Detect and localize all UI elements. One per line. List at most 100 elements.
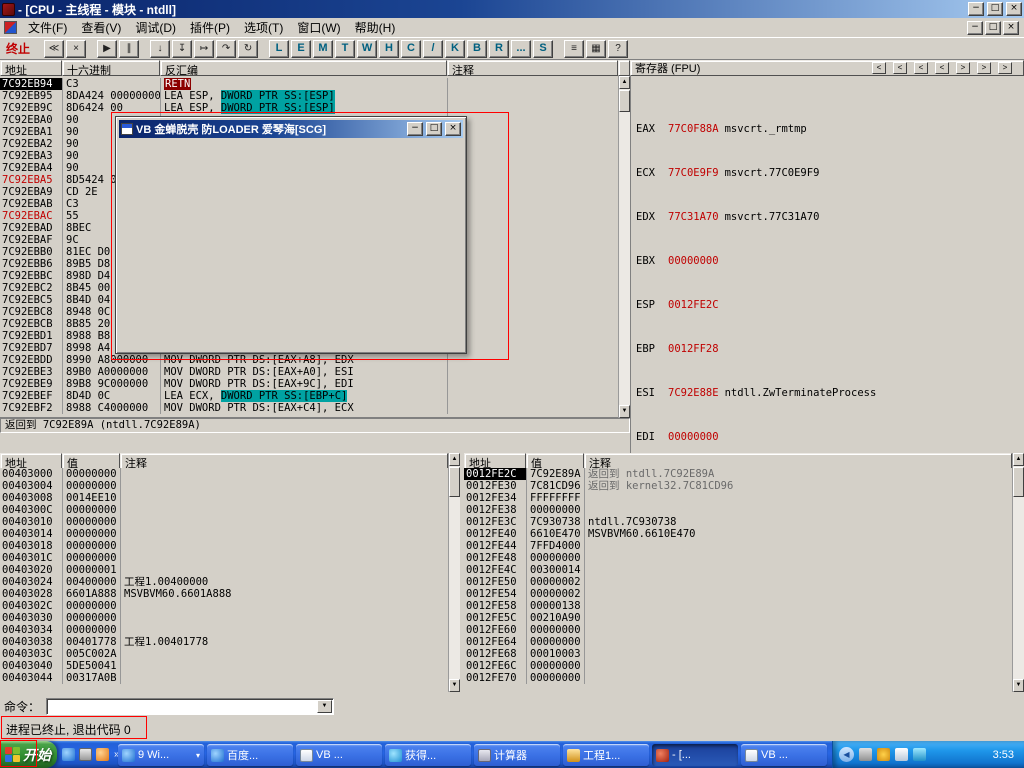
stack-header-value[interactable]: 值 <box>526 453 584 469</box>
show-desktop-icon[interactable] <box>79 748 92 761</box>
dialog-minimize-button[interactable]: − <box>407 122 423 136</box>
stack-row[interactable]: 0012FE40 6610E470 MSVBVM60.6610E470 <box>464 528 1012 540</box>
reg-nav-button[interactable]: < <box>893 62 907 74</box>
dialog-title-bar[interactable]: VB 金蝉脱壳 防LOADER 爱琴海[SCG] − □ × <box>119 120 463 138</box>
scroll-thumb[interactable] <box>619 90 630 112</box>
dialog-maximize-button[interactable]: □ <box>426 122 442 136</box>
media-player-icon[interactable] <box>96 748 109 761</box>
start-button[interactable]: 开始 <box>0 741 57 768</box>
disasm-row[interactable]: 7C92EBEF 8D4D 0C LEA ECX, DWORD PTR SS:[… <box>0 390 618 402</box>
help-button[interactable]: ? <box>608 39 629 58</box>
scroll-up-button[interactable]: ▲ <box>619 76 630 89</box>
toolbar-letter-button[interactable]: T <box>335 39 356 58</box>
reg-nav-button[interactable]: < <box>935 62 949 74</box>
reg-nav-button[interactable]: > <box>998 62 1012 74</box>
register-line[interactable]: ECX 77C0E9F9 msvcrt.77C0E9F9 <box>636 168 1024 179</box>
toolbar-letter-button[interactable]: H <box>379 39 400 58</box>
network-tray-icon[interactable] <box>913 748 926 761</box>
toolbar-letter-button[interactable]: M <box>313 39 334 58</box>
disasm-row[interactable]: 7C92EB95 8DA424 00000000 LEA ESP, DWORD … <box>0 90 618 102</box>
reg-nav-button[interactable]: < <box>872 62 886 74</box>
stack-row[interactable]: 0012FE38 00000000 <box>464 504 1012 516</box>
close-button[interactable]: × <box>1006 2 1022 16</box>
column-header-hex[interactable]: 十六进制 <box>62 60 160 76</box>
dump-row[interactable]: 00403010 00000000 <box>0 516 448 528</box>
menu-item[interactable]: 插件(P) <box>183 19 237 37</box>
dump-row[interactable]: 0040300C 00000000 <box>0 504 448 516</box>
dump-row[interactable]: 00403000 00000000 <box>0 468 448 480</box>
stack-row[interactable]: 0012FE54 00000002 <box>464 588 1012 600</box>
toolbar-letter-button[interactable]: S <box>533 39 554 58</box>
reg-nav-button[interactable]: > <box>977 62 991 74</box>
registers-header[interactable]: 寄存器 (FPU) < < < < > > > <box>630 60 1024 76</box>
disasm-row[interactable]: 7C92EBF2 8988 C4000000 MOV DWORD PTR DS:… <box>0 402 618 414</box>
dump-row[interactable]: 00403008 0014EE10 <box>0 492 448 504</box>
taskbar-button[interactable]: 工程1... <box>563 744 649 766</box>
scroll-down-button[interactable]: ▼ <box>1013 679 1024 692</box>
column-header-comment[interactable]: 注释 <box>447 60 618 76</box>
mdi-minimize-button[interactable]: − <box>967 20 983 35</box>
scroll-thumb[interactable] <box>449 467 460 497</box>
cpu-window-icon[interactable] <box>4 21 17 34</box>
taskbar-button[interactable]: 计算器 <box>474 744 560 766</box>
toolbar-letter-button[interactable]: ... <box>511 39 532 58</box>
menu-item[interactable]: 调试(D) <box>128 19 183 37</box>
toolbar-letter-button[interactable]: E <box>291 39 312 58</box>
step-into-button[interactable]: ↓ <box>150 39 171 58</box>
volume-tray-icon[interactable] <box>895 748 908 761</box>
dump-row[interactable]: 0040303C 005C002A <box>0 648 448 660</box>
stack-row[interactable]: 0012FE30 7C81CD96 返回到 kernel32.7C81CD96 <box>464 480 1012 492</box>
stack-row[interactable]: 0012FE2C 7C92E89A 返回到 ntdll.7C92E89A <box>464 468 1012 480</box>
title-bar[interactable]: - [CPU - 主线程 - 模块 - ntdll] − □ × <box>0 0 1024 18</box>
appearance-button[interactable]: ▦ <box>586 39 607 58</box>
dump-row[interactable]: 00403044 00317A0B <box>0 672 448 684</box>
disasm-scrollbar[interactable]: ▲ ▼ <box>618 76 630 418</box>
stack-row[interactable]: 0012FE34 FFFFFFFF <box>464 492 1012 504</box>
column-header-address[interactable]: 地址 <box>0 60 62 76</box>
dump-row[interactable]: 00403024 00400000 工程1.00400000 <box>0 576 448 588</box>
stack-row[interactable]: 0012FE5C 00210A90 <box>464 612 1012 624</box>
stack-row[interactable]: 0012FE3C 7C930738 ntdll.7C930738 <box>464 516 1012 528</box>
scroll-down-button[interactable]: ▼ <box>619 405 630 418</box>
scroll-down-button[interactable]: ▼ <box>449 679 460 692</box>
disasm-row[interactable]: 7C92EB94 C3 RETN <box>0 78 618 90</box>
reg-nav-button[interactable]: < <box>914 62 928 74</box>
dialog-close-button[interactable]: × <box>445 122 461 136</box>
stack-row[interactable]: 0012FE68 00010003 <box>464 648 1012 660</box>
register-line[interactable]: EBX 00000000 <box>636 256 1024 267</box>
scroll-up-button[interactable]: ▲ <box>449 453 460 466</box>
toolbar-letter-button[interactable]: L <box>269 39 290 58</box>
stack-row[interactable]: 0012FE4C 00300014 <box>464 564 1012 576</box>
toolbar-letter-button[interactable]: W <box>357 39 378 58</box>
mdi-restore-button[interactable]: □ <box>985 20 1001 35</box>
taskbar-button[interactable]: - [... <box>652 744 738 766</box>
refresh-button[interactable]: ↻ <box>238 39 259 58</box>
vb-unpack-dialog[interactable]: VB 金蝉脱壳 防LOADER 爱琴海[SCG] − □ × <box>115 116 467 354</box>
toolbar-letter-button[interactable]: B <box>467 39 488 58</box>
taskbar-button[interactable]: 获得... <box>385 744 471 766</box>
restart-button[interactable]: ≪ <box>44 39 65 58</box>
stack-row[interactable]: 0012FE58 00000138 <box>464 600 1012 612</box>
column-header-disasm[interactable]: 反汇编 <box>160 60 447 76</box>
dropdown-button[interactable]: ▼ <box>317 700 333 713</box>
dump-row[interactable]: 00403014 00000000 <box>0 528 448 540</box>
stack-row[interactable]: 0012FE6C 00000000 <box>464 660 1012 672</box>
register-line[interactable]: EDX 77C31A70 msvcrt.77C31A70 <box>636 212 1024 223</box>
close-program-button[interactable]: × <box>66 39 87 58</box>
disasm-row[interactable]: 7C92EBE9 89B8 9C000000 MOV DWORD PTR DS:… <box>0 378 618 390</box>
minimize-button[interactable]: − <box>968 2 984 16</box>
disasm-row[interactable]: 7C92EB9C 8D6424 00 LEA ESP, DWORD PTR SS… <box>0 102 618 114</box>
taskbar-button[interactable]: VB ... <box>741 744 827 766</box>
dump-header-address[interactable]: 地址 <box>0 453 62 469</box>
taskbar-button[interactable]: VB ... <box>296 744 382 766</box>
menu-item[interactable]: 窗口(W) <box>290 19 347 37</box>
hidden-icons-chevron[interactable]: ◀ <box>839 747 854 762</box>
toolbar-letter-button[interactable]: K <box>445 39 466 58</box>
stack-row[interactable]: 0012FE60 00000000 <box>464 624 1012 636</box>
toolbar-letter-button[interactable]: R <box>489 39 510 58</box>
taskbar-button[interactable]: 9 Wi... ▾ <box>118 744 204 766</box>
stack-row[interactable]: 0012FE64 00000000 <box>464 636 1012 648</box>
register-line[interactable]: EBP 0012FF28 <box>636 344 1024 355</box>
toolbar-letter-button[interactable]: / <box>423 39 444 58</box>
printer-tray-icon[interactable] <box>859 748 872 761</box>
